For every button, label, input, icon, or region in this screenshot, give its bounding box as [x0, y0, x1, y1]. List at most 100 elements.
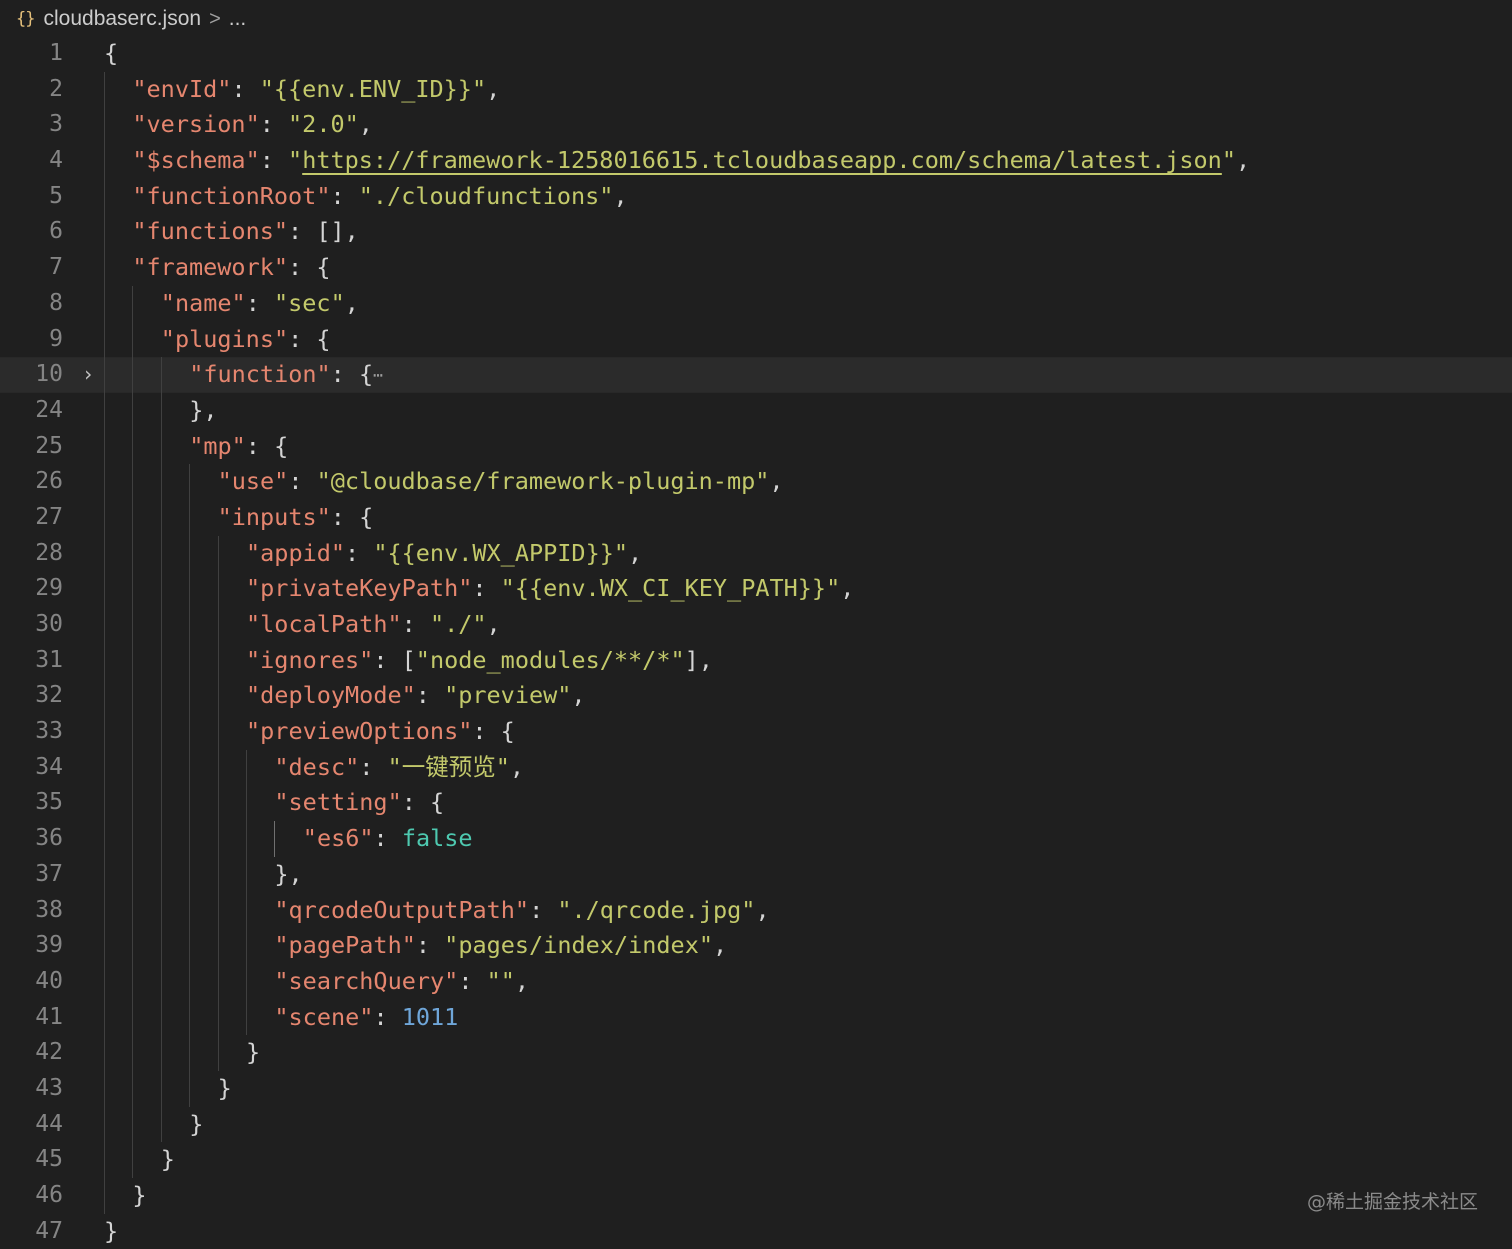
- folded-ellipsis[interactable]: ⋯: [373, 366, 383, 385]
- line-number[interactable]: 42: [0, 1035, 63, 1071]
- code-token: ": [1221, 146, 1236, 175]
- code-line[interactable]: 38 "qrcodeOutputPath": "./qrcode.jpg",: [0, 892, 1512, 929]
- indent-guide: [160, 928, 162, 964]
- indent-guide: [132, 856, 134, 893]
- line-number[interactable]: 3: [0, 107, 63, 143]
- code-line[interactable]: 8 "name": "sec",: [0, 285, 1512, 322]
- line-number[interactable]: 6: [0, 214, 63, 250]
- indent-guide: [217, 642, 219, 679]
- code-line[interactable]: 26 "use": "@cloudbase/framework-plugin-mp…: [0, 464, 1512, 500]
- breadcrumb-more[interactable]: ...: [229, 7, 247, 31]
- indent-guide: [104, 928, 105, 964]
- code-line[interactable]: 28 "appid": "{{env.WX_APPID}}",: [0, 535, 1512, 572]
- line-number[interactable]: 10: [0, 357, 63, 393]
- line-number[interactable]: 9: [0, 322, 63, 358]
- code-line[interactable]: 35 "setting": {: [0, 785, 1512, 822]
- line-number[interactable]: 46: [0, 1178, 63, 1214]
- code-line[interactable]: 43}: [0, 1070, 1512, 1107]
- code-token: }: [104, 1216, 119, 1245]
- indent-guide: [104, 999, 105, 1036]
- line-number[interactable]: 24: [0, 393, 63, 429]
- code-line[interactable]: 40 "searchQuery": "",: [0, 963, 1512, 1000]
- code-token: :: [415, 931, 445, 960]
- line-number[interactable]: 45: [0, 1142, 63, 1178]
- code-line[interactable]: 27 "inputs": {: [0, 499, 1512, 536]
- line-number[interactable]: 47: [0, 1214, 63, 1249]
- code-line[interactable]: 2 "envId": "{{env.ENV_ID}}",: [0, 71, 1512, 108]
- indent-guide: [132, 749, 134, 786]
- code-token: "preview": [444, 681, 572, 710]
- breadcrumb-file[interactable]: cloudbaserc.json: [43, 7, 201, 31]
- line-number[interactable]: 2: [0, 72, 63, 108]
- code-line[interactable]: 42}: [0, 1035, 1512, 1071]
- code-text: }: [104, 1214, 118, 1249]
- line-number[interactable]: 39: [0, 928, 63, 964]
- code-line[interactable]: 5 "functionRoot": "./cloudfunctions",: [0, 178, 1512, 215]
- code-text: "framework": {: [132, 250, 330, 286]
- code-line[interactable]: 46}: [0, 1178, 1512, 1214]
- fold-chevron-icon[interactable]: ›: [80, 357, 96, 393]
- code-line[interactable]: 47}: [0, 1214, 1512, 1249]
- code-line[interactable]: 9 "plugins": {: [0, 321, 1512, 358]
- code-line[interactable]: 1{: [0, 36, 1512, 72]
- code-line[interactable]: 34 "desc": "一键预览",: [0, 749, 1512, 786]
- code-token: "一键预览": [387, 752, 510, 781]
- code-line[interactable]: 6 "functions": [],: [0, 214, 1512, 251]
- line-number[interactable]: 40: [0, 964, 63, 1000]
- code-text: "setting": {: [274, 785, 444, 821]
- line-number[interactable]: 28: [0, 536, 63, 572]
- code-text: "functions": [],: [132, 214, 358, 250]
- line-number[interactable]: 43: [0, 1071, 63, 1107]
- line-number[interactable]: 41: [0, 1000, 63, 1036]
- indent-guide: [160, 821, 162, 857]
- breadcrumb: {} cloudbaserc.json > ...: [0, 0, 1512, 38]
- code-line[interactable]: 10 › "function": {⋯: [0, 357, 1512, 393]
- line-number[interactable]: 30: [0, 607, 63, 643]
- indent-guide: [160, 856, 162, 893]
- line-number[interactable]: 29: [0, 571, 63, 607]
- line-number[interactable]: 33: [0, 714, 63, 750]
- code-line[interactable]: 7 "framework": {: [0, 250, 1512, 286]
- code-line[interactable]: 37},: [0, 856, 1512, 893]
- indent-guide: [246, 963, 247, 1000]
- code-token: "{{env.WX_CI_KEY_PATH}}": [500, 574, 841, 603]
- line-number[interactable]: 36: [0, 821, 63, 857]
- indent-guide: [160, 357, 162, 393]
- code-line[interactable]: 32 "deployMode": "preview",: [0, 678, 1512, 715]
- indent-guide: [132, 571, 134, 607]
- line-number[interactable]: 34: [0, 750, 63, 786]
- code-token: :: [373, 824, 402, 853]
- line-number[interactable]: 44: [0, 1107, 63, 1143]
- code-line[interactable]: 36 "es6": false: [0, 821, 1512, 857]
- code-line[interactable]: 29 "privateKeyPath": "{{env.WX_CI_KEY_PAT…: [0, 571, 1512, 607]
- line-number[interactable]: 37: [0, 857, 63, 893]
- line-number[interactable]: 25: [0, 429, 63, 465]
- code-line[interactable]: 41 "scene": 1011: [0, 999, 1512, 1036]
- code-line[interactable]: 4 "$schema": "https://framework-125801661…: [0, 143, 1512, 179]
- line-number[interactable]: 1: [0, 36, 63, 72]
- code-line[interactable]: 45}: [0, 1142, 1512, 1178]
- line-number[interactable]: 31: [0, 643, 63, 679]
- line-number[interactable]: 27: [0, 500, 63, 536]
- code-line[interactable]: 24},: [0, 392, 1512, 429]
- line-number[interactable]: 4: [0, 143, 63, 179]
- indent-guide: [160, 714, 162, 750]
- code-line[interactable]: 3 "version": "2.0",: [0, 107, 1512, 144]
- code-line[interactable]: 31 "ignores": ["node_modules/**/*"],: [0, 642, 1512, 679]
- line-number[interactable]: 38: [0, 893, 63, 929]
- code-line[interactable]: 39 "pagePath": "pages/index/index",: [0, 928, 1512, 964]
- line-number[interactable]: 5: [0, 179, 63, 215]
- code-token: : [: [373, 645, 416, 674]
- code-line[interactable]: 25 "mp": {: [0, 428, 1512, 465]
- code-token: ,: [514, 966, 530, 995]
- line-number[interactable]: 8: [0, 286, 63, 322]
- line-number[interactable]: 7: [0, 250, 63, 286]
- line-number[interactable]: 32: [0, 678, 63, 714]
- line-number[interactable]: 35: [0, 785, 63, 821]
- code-line[interactable]: 30 "localPath": "./",: [0, 607, 1512, 643]
- code-line[interactable]: 33 "previewOptions": {: [0, 714, 1512, 750]
- line-number[interactable]: 26: [0, 464, 63, 500]
- code-editor[interactable]: 1{2 "envId": "{{env.ENV_ID}}", 3 "version":…: [0, 36, 1512, 1249]
- indent-guide: [189, 1070, 191, 1107]
- code-line[interactable]: 44}: [0, 1106, 1512, 1143]
